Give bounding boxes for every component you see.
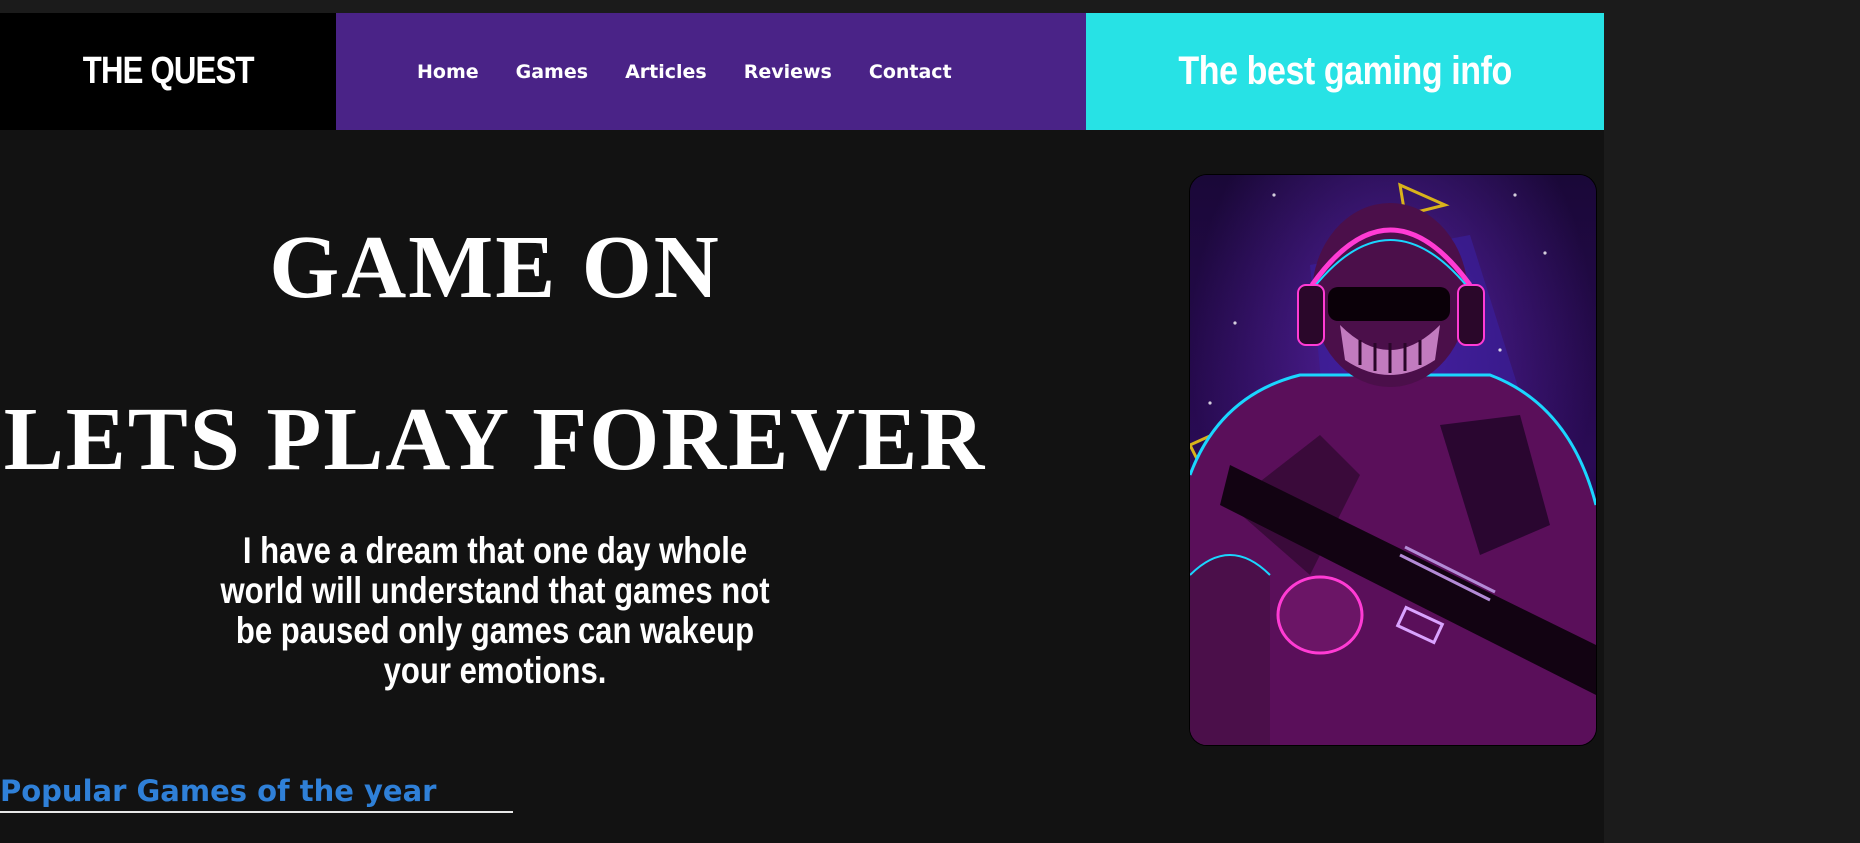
neon-soldier-poster: [1189, 174, 1597, 746]
popular-games-heading[interactable]: Popular Games of the year: [0, 774, 436, 808]
nav-list: Home Games Articles Reviews Contact: [417, 13, 989, 130]
logo[interactable]: THE QUEST: [0, 13, 336, 130]
hero-title-line1: GAME ON: [269, 218, 721, 317]
nav-link-reviews[interactable]: Reviews: [744, 61, 832, 83]
hero-paragraph: I have a dream that one day whole world …: [220, 530, 770, 691]
nav-link-articles[interactable]: Articles: [625, 61, 707, 83]
tagline-banner: The best gaming info: [1086, 13, 1604, 130]
nav-link-games[interactable]: Games: [516, 61, 588, 83]
right-margin: [1604, 13, 1860, 843]
hero-title-line2: LETS PLAY FOREVER: [3, 390, 987, 489]
tagline-text: The best gaming info: [1178, 49, 1512, 93]
top-strip: [0, 0, 1860, 13]
nav-link-home[interactable]: Home: [417, 61, 479, 83]
main-nav: Home Games Articles Reviews Contact: [336, 13, 1086, 130]
logo-text: THE QUEST: [82, 50, 255, 92]
heading-divider: [0, 811, 513, 813]
nav-link-contact[interactable]: Contact: [869, 61, 952, 83]
